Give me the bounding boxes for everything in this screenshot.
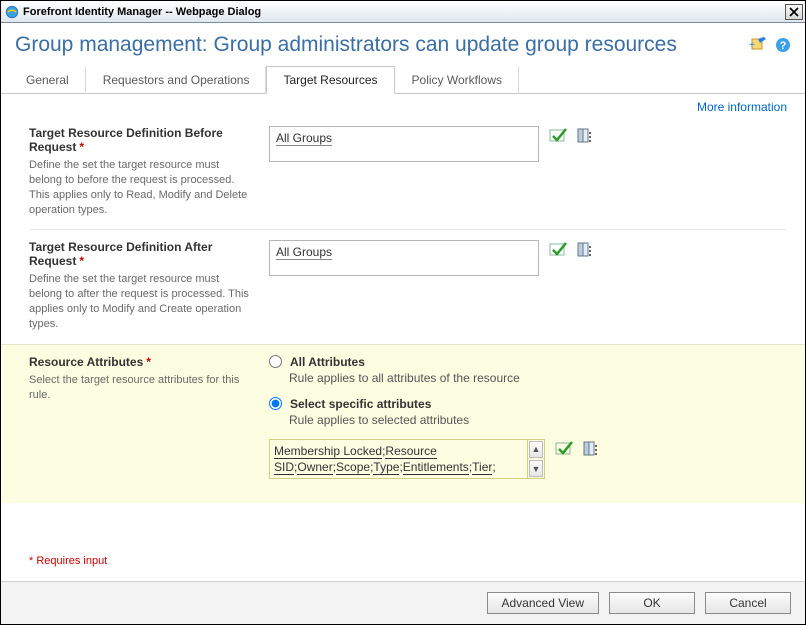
page-title: Group management: Group administrators c… xyxy=(15,33,749,57)
button-bar: Advanced View OK Cancel xyxy=(1,581,805,624)
dialog-window: Forefront Identity Manager -- Webpage Di… xyxy=(0,0,806,625)
row-left: Resource Attributes* Select the target r… xyxy=(29,355,269,479)
radio-all-label: All Attributes xyxy=(290,355,365,369)
attribute-token: Membership Locked xyxy=(274,444,382,459)
row-resource-attributes: Resource Attributes* Select the target r… xyxy=(1,344,805,503)
more-info-row: More information xyxy=(1,94,805,116)
after-request-input[interactable]: All Groups xyxy=(269,240,539,276)
attribute-token: Tier xyxy=(472,460,492,475)
row-left: Target Resource Definition After Request… xyxy=(29,240,269,331)
radio-select-label: Select specific attributes xyxy=(290,397,431,411)
page-header: Group management: Group administrators c… xyxy=(1,23,805,65)
form-area: Target Resource Definition Before Reques… xyxy=(1,116,805,503)
attributes-wrap: Membership Locked;Resource SID;Owner;Sco… xyxy=(269,439,787,479)
tab-bar: General Requestors and Operations Target… xyxy=(1,65,805,94)
requires-input-note: * Requires input xyxy=(1,555,805,581)
browse-icon[interactable] xyxy=(577,128,593,144)
radio-select-sub: Rule applies to selected attributes xyxy=(289,413,787,427)
tab-requestors[interactable]: Requestors and Operations xyxy=(86,66,267,94)
radio-select-attributes[interactable] xyxy=(269,397,282,410)
titlebar: Forefront Identity Manager -- Webpage Di… xyxy=(1,1,805,23)
ok-button[interactable]: OK xyxy=(609,592,695,614)
spinner-down[interactable]: ▼ xyxy=(529,460,543,477)
tab-general[interactable]: General xyxy=(9,66,86,94)
attributes-spinners: ▲ ▼ xyxy=(527,440,544,478)
label-after: Target Resource Definition After Request xyxy=(29,240,212,268)
before-request-value: All Groups xyxy=(276,131,332,146)
radio-all-attributes-line: All Attributes xyxy=(269,355,787,369)
close-icon xyxy=(789,7,799,17)
label-before: Target Resource Definition Before Reques… xyxy=(29,126,223,154)
cancel-button[interactable]: Cancel xyxy=(705,592,791,614)
label-attrs: Resource Attributes xyxy=(29,355,143,369)
validate-icon[interactable] xyxy=(549,128,567,144)
desc-attrs: Select the target resource attributes fo… xyxy=(29,373,253,403)
advanced-view-button[interactable]: Advanced View xyxy=(487,592,600,614)
ie-icon xyxy=(5,5,19,19)
tab-policy-workflows[interactable]: Policy Workflows xyxy=(395,66,519,94)
after-request-value: All Groups xyxy=(276,245,332,260)
desc-after: Define the set the target resource must … xyxy=(29,272,253,331)
validate-icon[interactable] xyxy=(555,441,573,457)
row-right: All Attributes Rule applies to all attri… xyxy=(269,355,787,479)
required-marker: * xyxy=(79,140,84,154)
desc-before: Define the set the target resource must … xyxy=(29,158,253,217)
required-marker: * xyxy=(79,254,84,268)
radio-all-sub: Rule applies to all attributes of the re… xyxy=(289,371,787,385)
header-icons: + ? xyxy=(749,37,791,53)
svg-text:+: + xyxy=(749,40,755,51)
help-icon[interactable]: ? xyxy=(775,37,791,53)
radio-all-attributes[interactable] xyxy=(269,355,282,368)
attribute-token: Entitlements xyxy=(403,460,469,475)
pin-icon[interactable]: + xyxy=(749,37,767,53)
tab-target-resources[interactable]: Target Resources xyxy=(266,66,394,94)
radio-select-attributes-line: Select specific attributes xyxy=(269,397,787,411)
row-right: All Groups xyxy=(269,240,787,331)
row-before-request: Target Resource Definition Before Reques… xyxy=(29,116,787,229)
attribute-token: Scope xyxy=(336,460,370,475)
content-area: Group management: Group administrators c… xyxy=(1,23,805,624)
close-button[interactable] xyxy=(785,4,803,20)
validate-icon[interactable] xyxy=(549,242,567,258)
window-title: Forefront Identity Manager -- Webpage Di… xyxy=(23,6,785,18)
attribute-token: Owner xyxy=(297,460,332,475)
attributes-text: Membership Locked;Resource SID;Owner;Sco… xyxy=(270,440,527,478)
spinner-up[interactable]: ▲ xyxy=(529,441,543,458)
svg-text:?: ? xyxy=(780,40,787,52)
before-request-input[interactable]: All Groups xyxy=(269,126,539,162)
icon-group xyxy=(549,242,593,258)
row-left: Target Resource Definition Before Reques… xyxy=(29,126,269,217)
icon-group xyxy=(549,128,593,144)
row-right: All Groups xyxy=(269,126,787,217)
row-after-request: Target Resource Definition After Request… xyxy=(29,229,787,343)
more-information-link[interactable]: More information xyxy=(697,100,787,114)
required-marker: * xyxy=(146,355,151,369)
browse-icon[interactable] xyxy=(583,441,599,457)
attribute-token: Type xyxy=(373,460,399,475)
attributes-input[interactable]: Membership Locked;Resource SID;Owner;Sco… xyxy=(269,439,545,479)
browse-icon[interactable] xyxy=(577,242,593,258)
icon-group xyxy=(555,441,599,457)
